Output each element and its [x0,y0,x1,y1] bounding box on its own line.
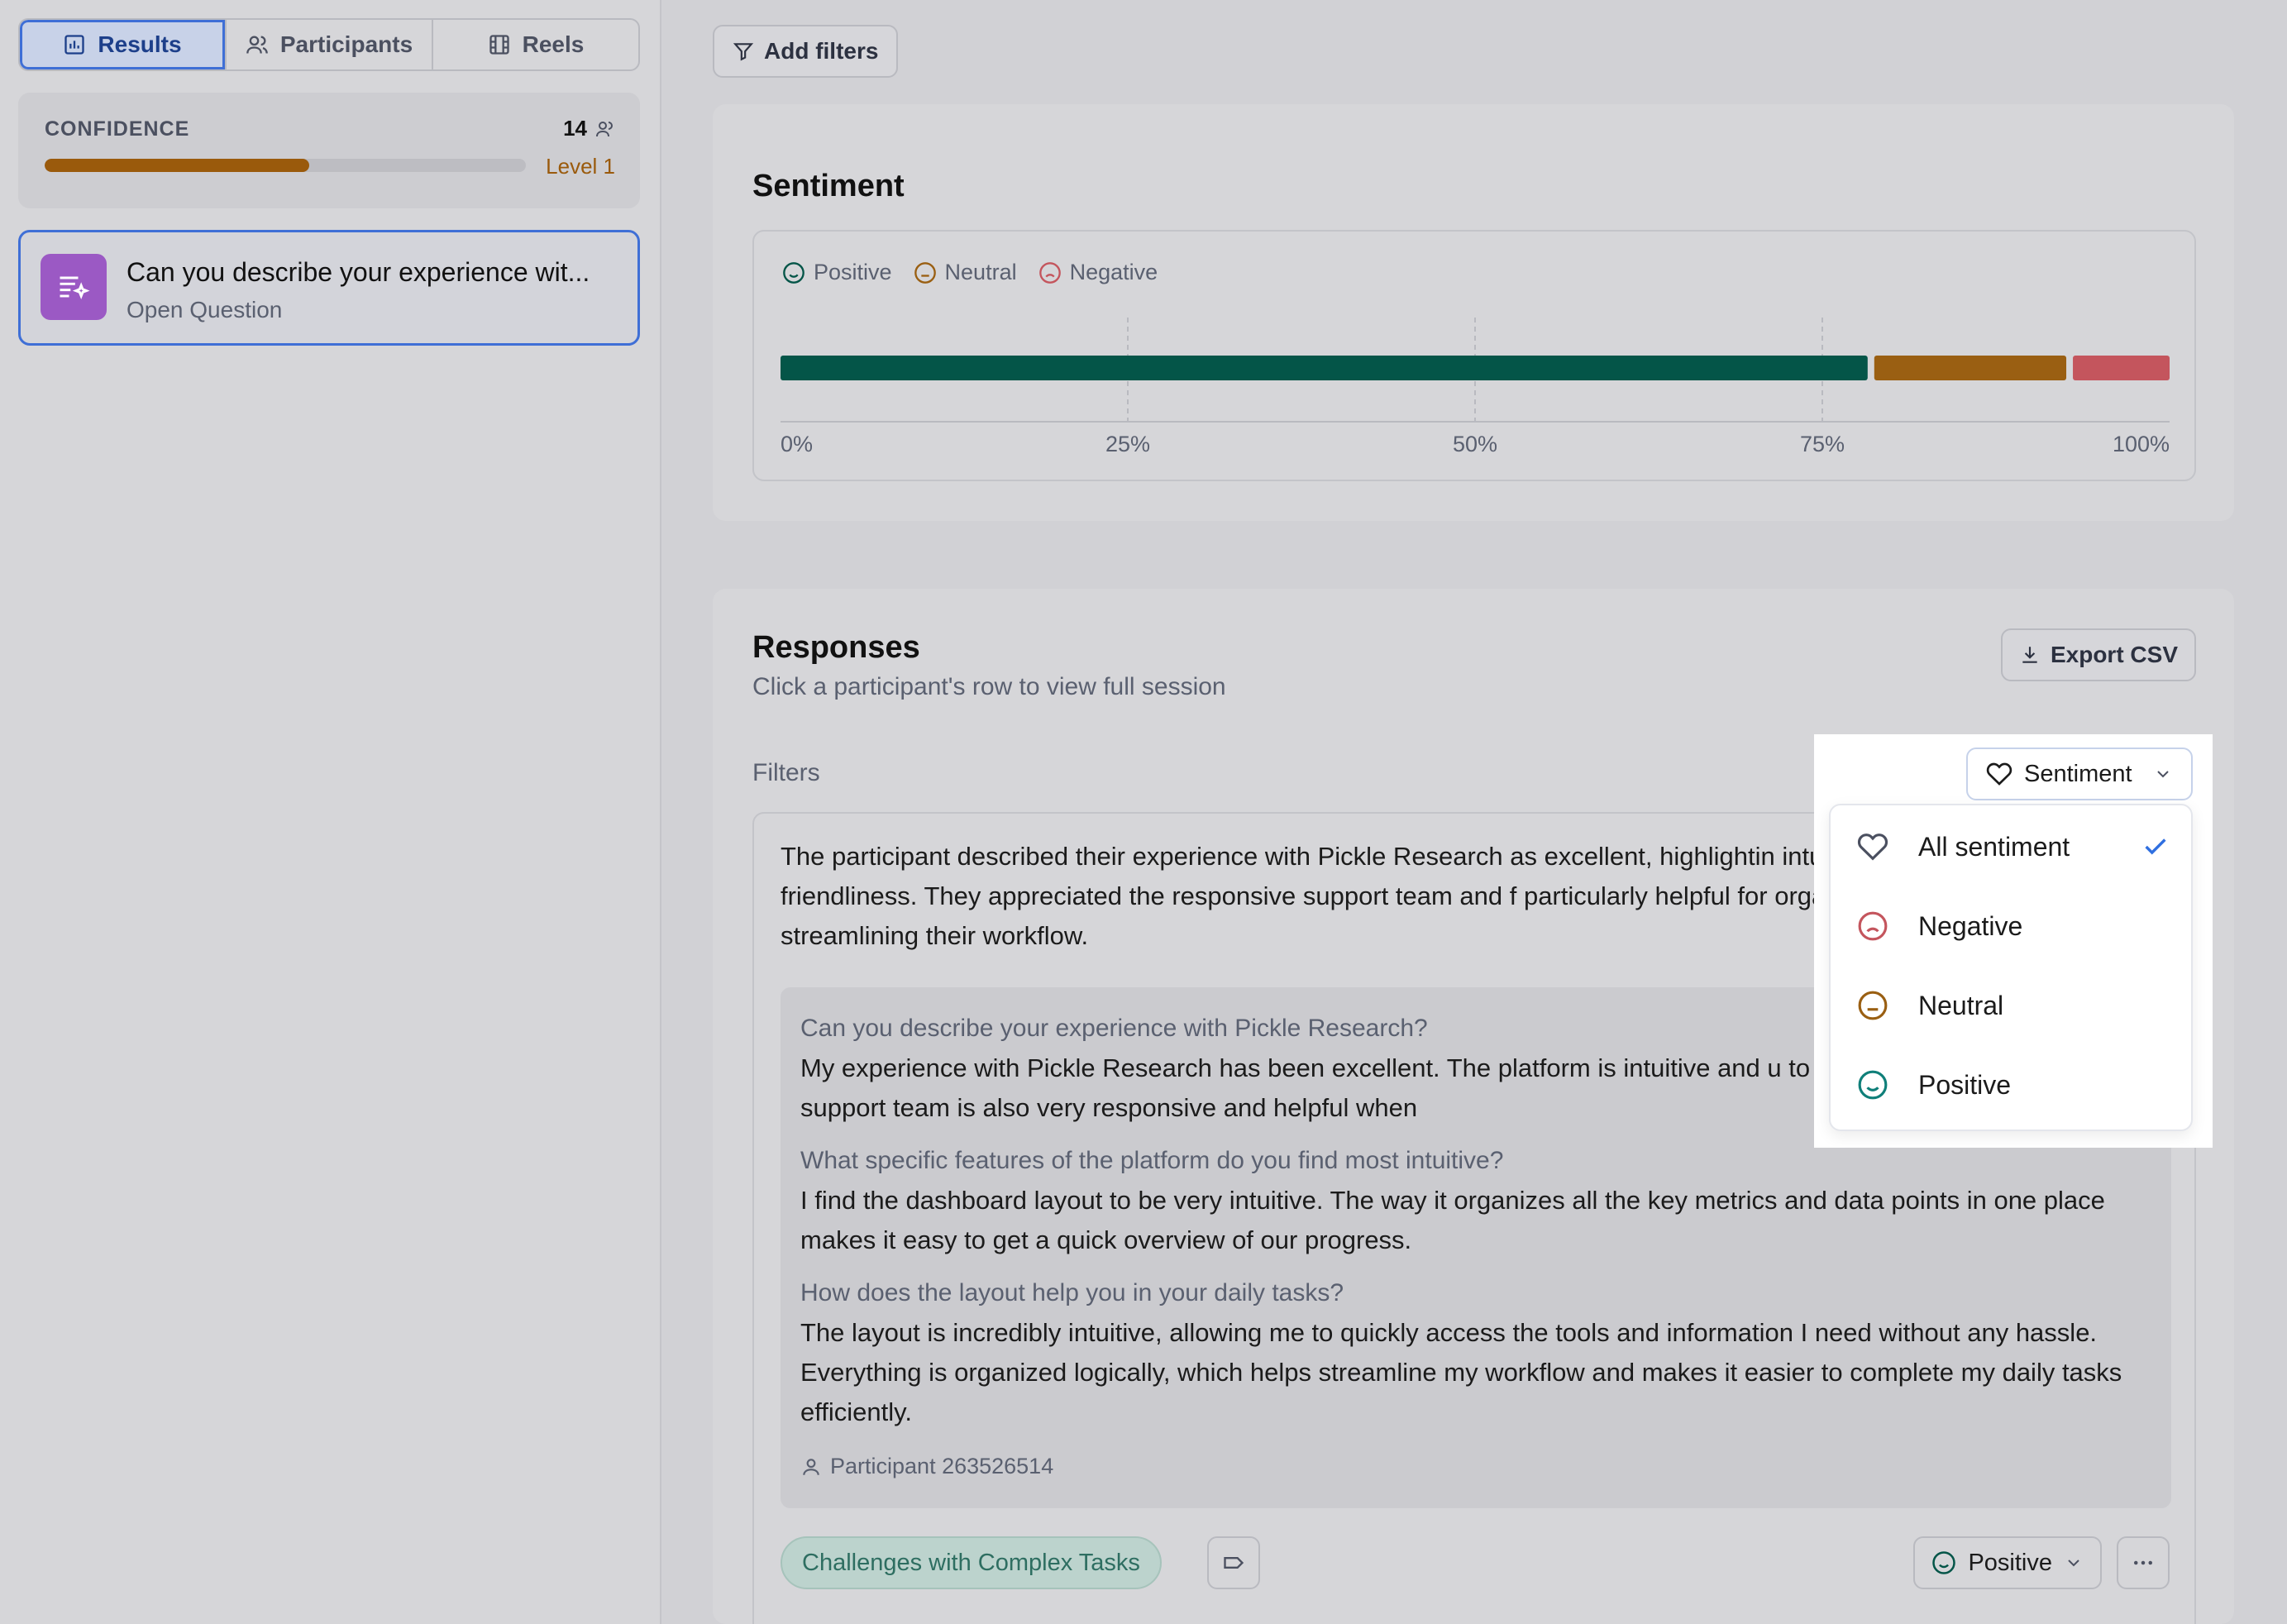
participant-count: 14 [563,116,615,141]
sentiment-menu: All sentiment Negative Neutral Positive [1829,804,2193,1131]
participant-link[interactable]: Participant 263526514 [800,1454,2151,1479]
tag-icon [1224,1557,1244,1569]
confidence-progress-bar [45,159,526,172]
frown-icon [1858,911,1888,941]
tab-results-label: Results [98,31,182,57]
sentiment-filter-button[interactable]: Sentiment [1966,748,2193,800]
menu-item-label: All sentiment [1918,831,2070,862]
responses-title: Responses [752,630,920,665]
sentiment-filter-label: Sentiment [2024,760,2132,787]
sidebar: Results Participants Reels CONFIDENCE 14… [0,0,661,1624]
menu-item-label: Negative [1918,910,2023,941]
tab-participants[interactable]: Participants [227,20,433,69]
open-question-icon [41,254,107,320]
theme-tag[interactable]: Challenges with Complex Tasks [781,1536,1162,1589]
users-icon [596,121,613,136]
bar-segment-negative[interactable] [2073,356,2170,380]
users-icon [246,36,268,54]
sentiment-chart: Positive Neutral Negative 0% 25% 50% 75% 100… [752,230,2196,481]
question-card[interactable]: Can you describe your experience wit... … [18,230,640,346]
menu-item-negative[interactable]: Negative [1831,886,2194,966]
chevron-down-icon [2157,771,2169,778]
confidence-level: Level 1 [546,154,615,179]
export-csv-button[interactable]: Export CSV [2000,628,2196,681]
response-sentiment-value: Positive [1968,1549,2052,1576]
filters-label: Filters [752,759,820,786]
stacked-bar-chart: 0% 25% 50% 75% 100% [781,318,2170,456]
confidence-label: CONFIDENCE [45,117,190,141]
x-tick-label: 50% [1453,432,1497,456]
more-options-button[interactable] [2117,1536,2170,1589]
tab-reels-label: Reels [522,31,585,57]
smile-icon [1932,1551,1956,1574]
menu-item-positive[interactable]: Positive [1831,1045,2194,1125]
menu-item-label: Neutral [1918,990,2004,1020]
view-tabs: Results Participants Reels [18,18,640,71]
participant-id: Participant 263526514 [830,1454,1054,1478]
x-tick-label: 0% [781,432,813,456]
transcript-answer: The layout is incredibly intuitive, allo… [800,1318,2122,1426]
sentiment-title: Sentiment [752,169,905,203]
neutral-face-icon [1858,991,1888,1020]
tab-reels[interactable]: Reels [433,20,638,69]
x-tick-label: 75% [1800,432,1845,456]
bar-chart-icon [64,35,85,55]
confidence-card: CONFIDENCE 14 Level 1 [18,93,640,208]
user-icon [803,1458,819,1475]
menu-item-neutral[interactable]: Neutral [1831,966,2194,1045]
checkmark-icon [2145,838,2166,855]
add-filters-button[interactable]: Add filters [713,25,899,78]
bar-segment-positive[interactable] [781,356,1868,380]
confidence-progress-fill [45,159,310,172]
film-icon [489,35,509,55]
bar-segment-neutral[interactable] [1874,356,2067,380]
more-horizontal-icon [2134,1560,2152,1565]
responses-subtitle: Click a participant's row to view full s… [752,673,1226,700]
heart-icon [1857,833,1888,861]
tab-results[interactable]: Results [20,20,227,69]
menu-item-label: Positive [1918,1069,2012,1100]
x-tick-label: 100% [2113,432,2170,456]
download-icon [2022,647,2037,663]
add-filters-label: Add filters [764,38,879,64]
chevron-down-icon [2068,1560,2079,1567]
menu-item-all-sentiment[interactable]: All sentiment [1831,807,2194,886]
export-csv-label: Export CSV [2050,642,2178,667]
response-sentiment-select[interactable]: Positive [1913,1536,2102,1589]
transcript-answer: I find the dashboard layout to be very i… [800,1186,2105,1254]
question-title: Can you describe your experience wit... [127,257,590,287]
participant-count-value: 14 [563,116,587,141]
smile-icon [1858,1070,1888,1100]
sentiment-panel: Sentiment Positive Neutral Negative 0% 25… [713,104,2234,521]
question-type: Open Question [127,297,283,322]
sentiment-filter-dropdown: Sentiment All sentiment Negative Neutral… [1814,734,2213,1148]
tab-participants-label: Participants [279,31,413,57]
x-tick-label: 25% [1105,432,1150,456]
heart-icon [1986,762,2012,786]
transcript-question: How does the layout help you in your dai… [800,1279,1344,1306]
add-tag-button[interactable] [1207,1536,1260,1589]
filter-icon [733,43,754,61]
